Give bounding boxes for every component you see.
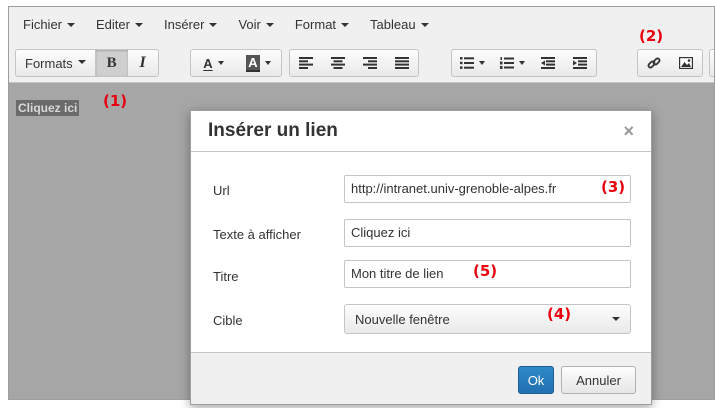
title-label: Titre [213,269,239,284]
toolbar-group-lists [451,49,597,77]
target-select[interactable]: Nouvelle fenêtre [344,304,631,334]
text-label: Texte à afficher [213,227,301,242]
chevron-down-icon [264,61,271,65]
menu-label: Editer [96,17,130,32]
background-color-icon: A [246,54,260,72]
close-icon[interactable]: × [623,121,634,142]
toolbar-group-formats: Formats B I [15,49,159,77]
annotation-2: (2) [639,27,664,45]
chevron-down-icon [420,22,429,27]
bullet-list-button[interactable] [452,50,492,76]
toolbar: Formats B I A A [9,43,714,83]
annotation-4: (4) [547,305,572,323]
menu-label: Insérer [163,17,205,32]
chevron-down-icon [217,61,224,65]
toolbar-group-insert [637,49,703,77]
dialog-body: Url http://intranet.univ-grenoble-alpes.… [191,152,651,352]
menu-voir[interactable]: Voir [228,13,284,37]
bold-button[interactable]: B [95,50,128,76]
ok-button[interactable]: Ok [518,366,554,394]
menu-label: Voir [238,17,261,32]
numbered-list-icon [499,57,514,69]
menubar: Fichier Editer Insérer Voir Format Table… [9,7,714,43]
chevron-down-icon [67,22,76,27]
align-center-icon [331,57,345,69]
target-value: Nouvelle fenêtre [355,311,450,327]
background-color-button[interactable]: A [236,50,281,76]
cancel-button[interactable]: Annuler [561,366,636,394]
chevron-down-icon [134,22,143,27]
menu-label: Fichier [23,17,63,32]
target-label: Cible [213,313,243,328]
url-field[interactable]: http://intranet.univ-grenoble-alpes.fr [344,175,631,203]
bullet-list-icon [459,57,474,69]
menu-editer[interactable]: Editer [86,13,154,37]
indent-button[interactable] [564,50,596,76]
dialog-header: Insérer un lien × [191,111,651,152]
url-label: Url [213,183,230,198]
align-justify-button[interactable] [386,50,418,76]
image-button[interactable] [670,50,702,76]
bold-icon: B [106,54,117,71]
menu-label: Tableau [370,17,416,32]
outdent-button[interactable] [532,50,564,76]
formats-label: Formats [25,55,73,71]
chevron-down-icon [209,22,218,27]
menu-fichier[interactable]: Fichier [13,13,86,37]
align-justify-icon [395,57,409,69]
annotation-1: (1) [103,92,128,110]
toolbar-group-align [289,49,419,77]
menu-format[interactable]: Format [285,13,360,37]
formats-dropdown[interactable]: Formats [16,50,96,76]
chevron-down-icon [518,61,525,65]
display-text-value: Cliquez ici [351,225,411,240]
chevron-down-icon [77,60,86,64]
toolbar-group-colors: A A [190,49,282,77]
indent-icon [573,57,587,69]
italic-icon: I [139,54,146,71]
link-button[interactable] [638,50,670,76]
align-right-button[interactable] [354,50,386,76]
chevron-down-icon [612,317,620,321]
numbered-list-button[interactable] [492,50,532,76]
insert-link-dialog: Insérer un lien × Url http://intranet.un… [190,110,652,405]
align-right-icon [363,57,377,69]
display-text-field[interactable]: Cliquez ici [344,219,631,247]
image-icon [679,57,693,69]
italic-button[interactable]: I [128,50,158,76]
chevron-down-icon [478,61,485,65]
text-color-icon: A [203,55,213,71]
title-value: Mon titre de lien [351,266,444,281]
dialog-footer: Ok Annuler [191,352,651,404]
text-color-button[interactable]: A [191,50,236,76]
link-icon [647,57,661,69]
menu-label: Format [294,17,337,32]
dialog-title: Insérer un lien [208,120,338,141]
align-center-button[interactable] [322,50,354,76]
menu-tableau[interactable]: Tableau [360,13,440,37]
align-left-icon [299,57,313,69]
align-left-button[interactable] [290,50,322,76]
annotation-3: (3) [601,178,626,196]
outdent-icon [541,57,555,69]
url-value: http://intranet.univ-grenoble-alpes.fr [351,181,557,196]
annotation-5: (5) [473,262,498,280]
chevron-down-icon [265,22,274,27]
chevron-down-icon [341,22,350,27]
toolbar-group-more [709,49,714,77]
menu-inserer[interactable]: Insérer [154,13,228,37]
selected-link-text[interactable]: Cliquez ici [16,100,80,116]
